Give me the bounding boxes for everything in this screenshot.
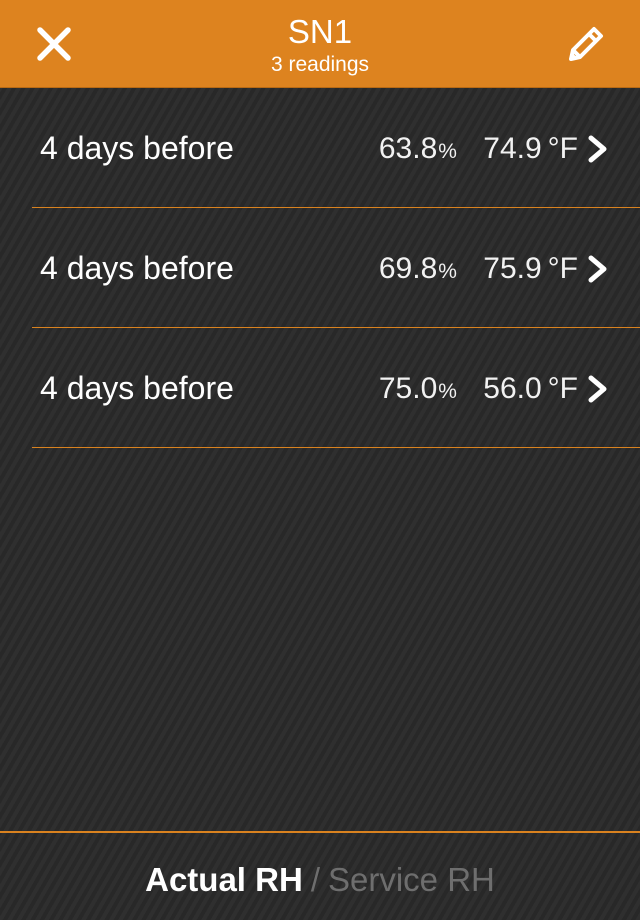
tab-service-rh[interactable]: Service RH	[328, 861, 495, 898]
readings-list: 4 days before 63.8% 74.9 °F 4 days before…	[0, 88, 640, 448]
reading-values: 75.0% 56.0 °F	[379, 370, 578, 411]
reading-time: 4 days before	[40, 250, 234, 286]
rh-value: 75.0	[378, 372, 438, 405]
title-block: SN1 3 readings	[120, 12, 520, 78]
temperature-unit: °F	[547, 252, 578, 285]
reading-row[interactable]: 4 days before 69.8% 75.9 °F	[32, 208, 640, 328]
temperature-unit: °F	[547, 372, 578, 405]
temperature-unit: °F	[547, 132, 578, 165]
close-icon	[37, 27, 71, 61]
chevron-right-icon	[588, 135, 607, 163]
page-title: SN1	[287, 13, 353, 50]
reading-values: 63.8% 74.9 °F	[379, 130, 578, 171]
chevron-right-icon	[588, 375, 607, 403]
rh-unit: %	[438, 140, 457, 163]
reading-time: 4 days before	[40, 130, 234, 166]
top-navigation-bar: SN1 3 readings	[0, 0, 640, 88]
rh-unit: %	[438, 380, 457, 403]
temperature-value: 56.0	[483, 372, 542, 405]
temperature-value: 74.9	[483, 132, 542, 165]
reading-row[interactable]: 4 days before 63.8% 74.9 °F	[32, 88, 640, 208]
reading-time: 4 days before	[40, 370, 234, 406]
rh-value: 63.8	[378, 132, 438, 165]
rh-value: 69.8	[378, 252, 438, 285]
tab-separator: /	[310, 861, 320, 898]
rh-mode-switcher: Actual RH / Service RH	[0, 831, 640, 920]
tab-actual-rh[interactable]: Actual RH	[145, 861, 303, 898]
reading-values: 69.8% 75.9 °F	[379, 250, 578, 291]
pencil-icon	[569, 27, 603, 61]
reading-row[interactable]: 4 days before 75.0% 56.0 °F	[32, 328, 640, 448]
rh-unit: %	[438, 260, 457, 283]
close-button[interactable]	[26, 16, 82, 72]
chevron-right-icon	[588, 255, 607, 283]
readings-count: 3 readings	[270, 53, 370, 76]
temperature-value: 75.9	[483, 252, 542, 285]
edit-button[interactable]	[558, 16, 614, 72]
